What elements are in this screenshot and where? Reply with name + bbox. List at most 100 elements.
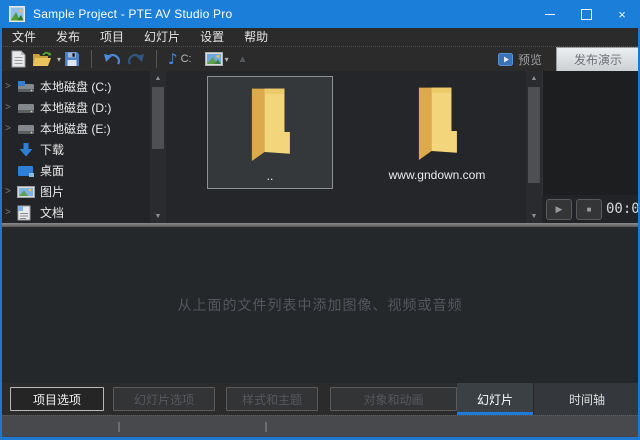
sidebar-item-documents[interactable]: > 文档 [0,202,150,223]
status-bar [0,415,640,437]
sidebar-item-downloads[interactable]: 下载 [0,139,150,160]
file-item-label: .. [267,169,274,183]
preview-stage [542,71,640,195]
drive-c-icon [17,80,35,94]
minimize-button[interactable] [532,0,568,28]
maximize-icon [581,9,592,20]
image-icon [205,52,223,66]
tree-item-label[interactable]: 图片 [40,183,64,200]
menu-project[interactable]: 项目 [90,28,134,46]
preview-label: 预览 [518,51,542,68]
undo-button[interactable] [103,48,121,70]
expand-chevron-icon[interactable]: > [5,81,17,92]
new-document-icon [11,50,26,68]
scroll-up-icon[interactable]: ▲ [150,71,166,85]
preview-transport: ▶ ■ 00:00:00.000 [542,195,640,223]
close-icon: × [618,7,626,22]
drive-icon [17,101,35,115]
slide-options-button: 幻灯片选项 [113,387,215,411]
app-icon [9,6,25,22]
bottom-bar: 项目选项 幻灯片选项 样式和主题 对象和动画 幻灯片 时间轴 [0,383,640,415]
menu-help[interactable]: 帮助 [234,28,278,46]
tree-item-label[interactable]: 本地磁盘 (E:) [40,120,111,137]
stop-button[interactable]: ■ [576,199,602,220]
add-audio-button[interactable]: ♪ C: [168,48,192,70]
file-browser[interactable]: .. www.gndown.com [166,71,526,223]
status-separator [118,422,120,432]
objects-animation-button: 对象和动画 [330,387,457,411]
minimize-icon [545,14,555,15]
menu-publish[interactable]: 发布 [46,28,90,46]
styles-themes-button: 样式和主题 [226,387,318,411]
scroll-down-icon[interactable]: ▼ [526,209,542,223]
file-item-parent-folder[interactable]: .. [207,76,333,189]
expand-chevron-icon[interactable]: > [5,102,17,113]
file-item-folder[interactable]: www.gndown.com [367,76,507,189]
menu-bar: 文件 发布 项目 幻灯片 设置 帮助 [0,28,640,46]
tree-item-label[interactable]: 本地磁盘 (D:) [40,99,111,116]
desktop-icon [17,164,35,178]
download-icon [17,142,35,158]
sidebar-item-desktop[interactable]: 桌面 [0,160,150,181]
new-project-button[interactable] [11,48,26,70]
save-button[interactable] [64,48,80,70]
tree-scrollbar[interactable]: ▲ ▼ [150,71,166,223]
scroll-up-icon[interactable]: ▲ [526,71,542,85]
menu-slide[interactable]: 幻灯片 [134,28,190,46]
tab-label: 幻灯片 [477,391,513,408]
expand-chevron-icon[interactable]: > [5,186,17,197]
tab-timeline[interactable]: 时间轴 [534,383,640,415]
close-button[interactable]: × [604,0,640,28]
maximize-button[interactable] [568,0,604,28]
save-icon [64,51,80,67]
time-display: 00:00:00.000 [606,201,640,217]
view-tabstrip: 幻灯片 时间轴 [457,383,640,415]
file-item-label: www.gndown.com [389,168,486,182]
play-button[interactable]: ▶ [546,199,572,220]
tab-label: 时间轴 [569,391,605,408]
add-image-button[interactable]: ▾ [205,48,229,70]
redo-icon [127,52,145,67]
expand-chevron-icon[interactable]: > [5,207,17,218]
open-dropdown-caret-icon[interactable]: ▾ [57,55,61,64]
tree-item-label[interactable]: 文档 [40,204,64,221]
collapse-panel-icon[interactable]: ▲ [238,54,248,65]
play-icon: ▶ [556,204,563,215]
scroll-down-icon[interactable]: ▼ [150,209,166,223]
preview-icon [498,53,513,66]
empty-slides-message: 从上面的文件列表中添加图像、视频或音频 [178,295,463,315]
menu-file[interactable]: 文件 [2,28,46,46]
toolbar: ▾ ♪ C: [0,46,640,71]
open-folder-icon [32,51,52,67]
preview-control[interactable]: 预览 [498,51,542,68]
project-options-button[interactable]: 项目选项 [10,387,104,411]
status-separator [265,422,267,432]
drive-icon [17,122,35,136]
folder-icon [411,84,463,160]
audio-drive-label: C: [181,53,192,65]
pictures-icon [17,185,35,199]
open-project-button[interactable] [32,48,52,70]
image-dropdown-caret-icon[interactable]: ▾ [225,55,229,64]
tree-item-label[interactable]: 桌面 [40,162,64,179]
tab-slides[interactable]: 幻灯片 [457,383,533,415]
app-window: Sample Project - PTE AV Studio Pro × 文件 … [0,0,640,440]
file-scrollbar[interactable]: ▲ ▼ [526,71,542,223]
sidebar-item-drive-e[interactable]: > 本地磁盘 (E:) [0,118,150,139]
publish-show-button[interactable]: 发布演示 [556,47,640,72]
tree-item-label[interactable]: 本地磁盘 (C:) [40,78,111,95]
tree-scrollbar-thumb[interactable] [152,87,164,149]
mini-preview-panel: ▶ ■ 00:00:00.000 [542,71,640,223]
toolbar-separator [156,50,157,68]
redo-button[interactable] [127,48,145,70]
menu-settings[interactable]: 设置 [190,28,234,46]
tree-item-label[interactable]: 下载 [40,141,64,158]
sidebar-item-pictures[interactable]: > 图片 [0,181,150,202]
file-scrollbar-thumb[interactable] [528,87,540,183]
expand-chevron-icon[interactable]: > [5,123,17,134]
window-title: Sample Project - PTE AV Studio Pro [33,7,232,21]
sidebar-item-drive-c[interactable]: > 本地磁盘 (C:) [0,76,150,97]
slide-list-panel[interactable]: 从上面的文件列表中添加图像、视频或音频 [0,227,640,383]
title-bar[interactable]: Sample Project - PTE AV Studio Pro × [0,0,640,28]
sidebar-item-drive-d[interactable]: > 本地磁盘 (D:) [0,97,150,118]
